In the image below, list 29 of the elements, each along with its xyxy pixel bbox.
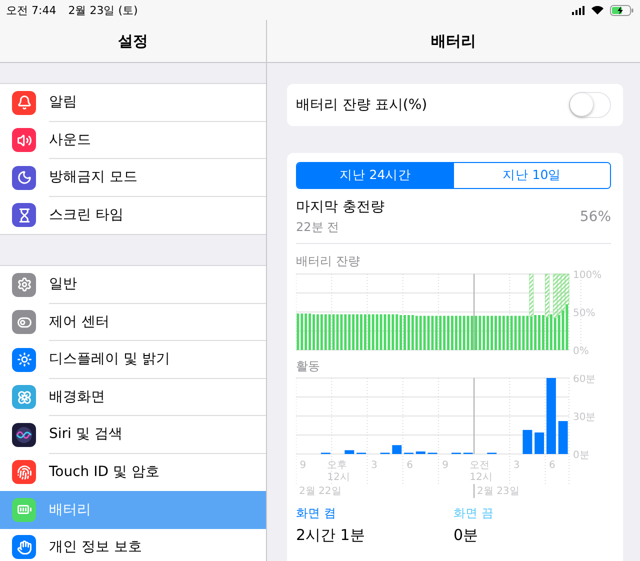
axis-label: 100% [573, 270, 602, 281]
axis-label: 9 [442, 460, 449, 471]
axis-label: 오전 12시 [469, 460, 492, 483]
usage-value: 0분 [454, 526, 480, 545]
usage-value: 2시간 1분 [296, 526, 366, 545]
axis-label: 오후 12시 [326, 460, 350, 483]
last-charge-value: 56% [580, 209, 611, 225]
date-label: 2월 22일 [299, 486, 342, 497]
axis-label: 6 [406, 460, 413, 471]
axis-label: 0% [573, 346, 589, 356]
axis-label: 30분 [573, 412, 596, 423]
last-charge-time: 22분 전 [296, 219, 340, 236]
toggle-label: 배터리 잔량 표시(%) [296, 96, 428, 114]
page-title: 배터리 [267, 20, 640, 63]
last-charge-label: 마지막 충전량 [296, 198, 384, 216]
axis-label: 9 [300, 460, 306, 471]
axis-label: 3 [513, 460, 520, 471]
date-label: 2월 23일 [477, 486, 520, 497]
axis-label: 3 [370, 460, 378, 471]
sidebar-title: 설정 [0, 20, 266, 63]
chart-title: 배터리 잔량 [296, 253, 361, 270]
usage-label: 화면 켬 [296, 505, 337, 522]
status-time: 오전 7:44 [6, 2, 56, 18]
usage-label: 화면 끔 [454, 505, 494, 522]
axis-label: 50% [573, 308, 596, 319]
chart-title: 활동 [296, 358, 321, 375]
axis-label: 0분 [573, 450, 590, 461]
status-date: 2월 23일 (토) [68, 2, 138, 18]
axis-label: 6 [549, 460, 556, 471]
